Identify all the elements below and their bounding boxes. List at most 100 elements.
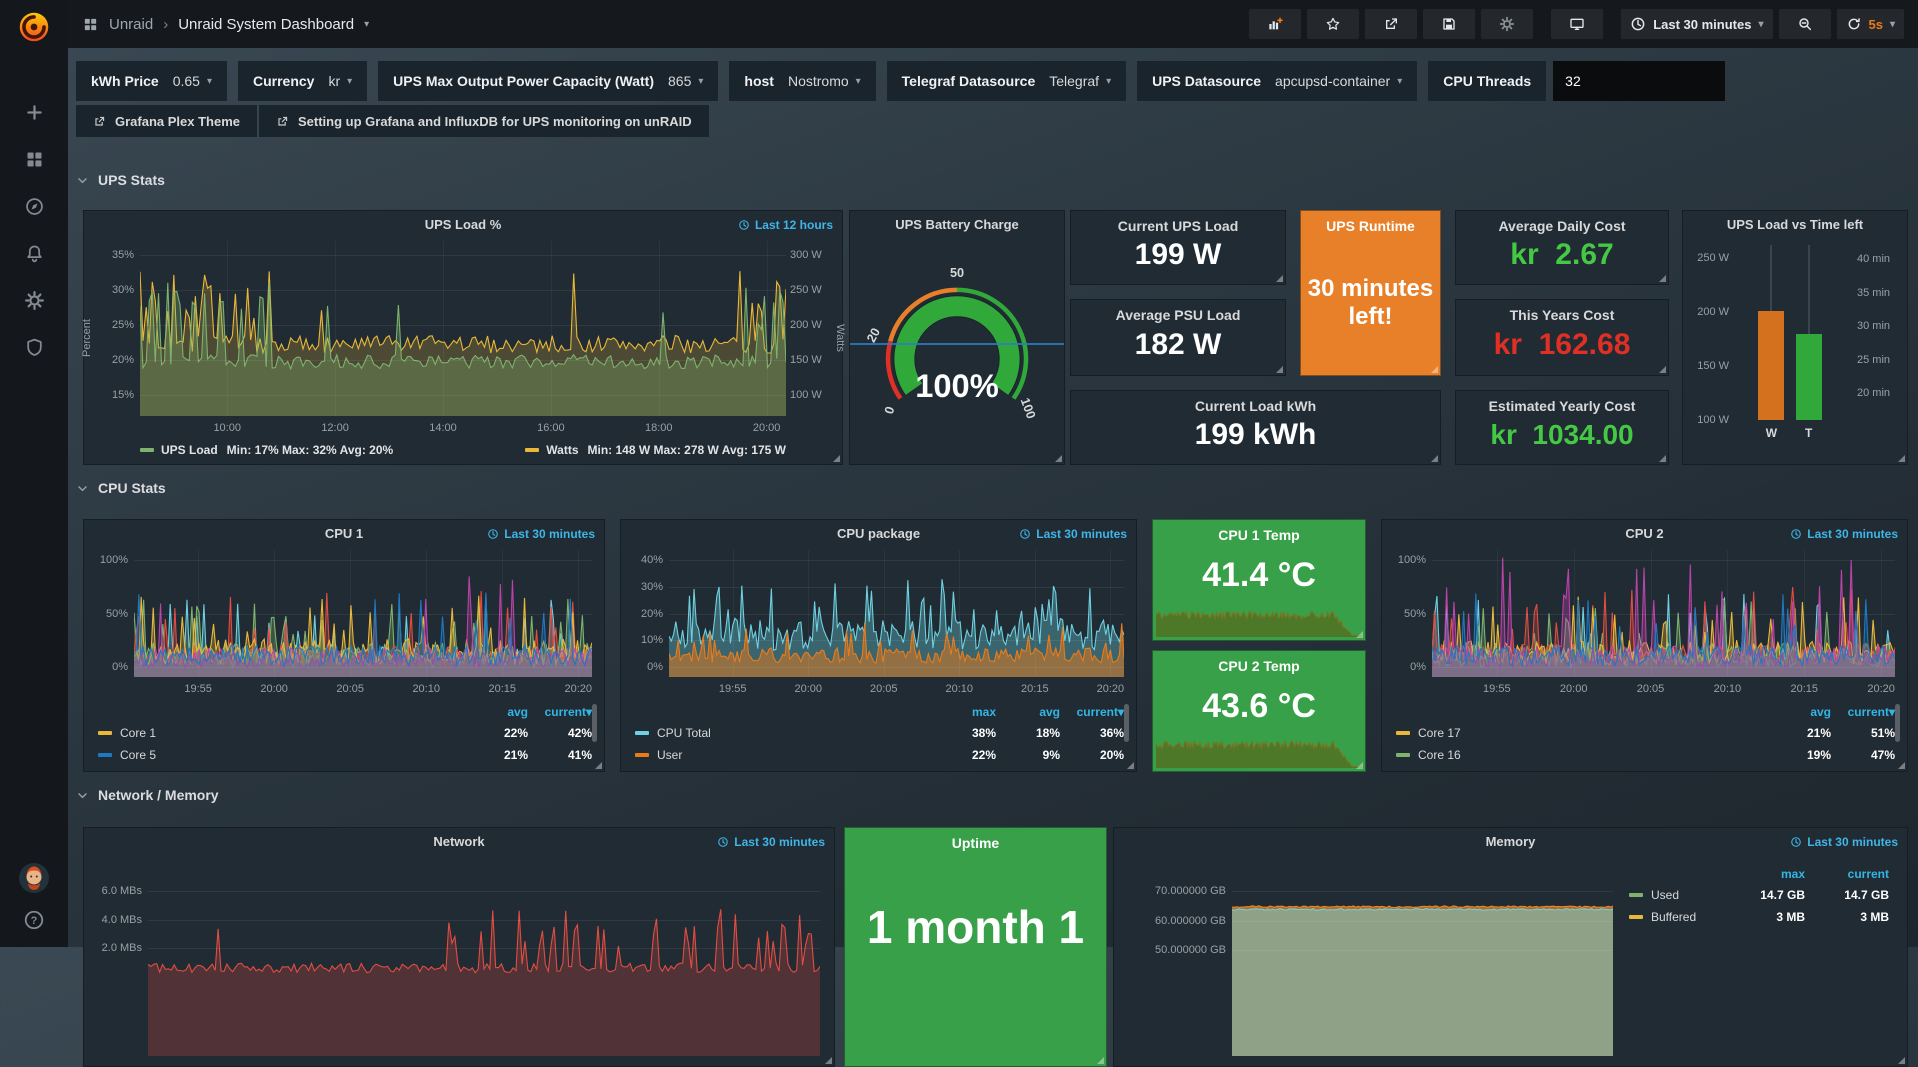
gridline bbox=[274, 550, 275, 677]
variable-value[interactable]: apcupsd-container▾ bbox=[1275, 73, 1402, 89]
grafana-logo-icon[interactable] bbox=[15, 8, 53, 46]
refresh-picker[interactable]: 5s ▾ bbox=[1837, 9, 1905, 39]
add-panel-button[interactable] bbox=[1249, 9, 1301, 39]
star-dashboard-button[interactable] bbox=[1307, 9, 1359, 39]
legend-row[interactable]: User 22% 9% 20% bbox=[635, 744, 1124, 766]
save-dashboard-button[interactable] bbox=[1423, 9, 1475, 39]
legend-sort-avg[interactable]: avg bbox=[996, 705, 1060, 719]
variable-telegraf-datasource[interactable]: Telegraf Datasource Telegraf▾ bbox=[887, 61, 1126, 101]
legend-scrollbar[interactable] bbox=[1124, 704, 1129, 742]
configuration-gear-icon[interactable] bbox=[24, 290, 45, 311]
legend-scrollbar[interactable] bbox=[592, 704, 597, 742]
legend-sort-current[interactable]: current bbox=[1060, 705, 1124, 719]
graph-plot-area[interactable] bbox=[1232, 860, 1613, 1056]
gridline bbox=[669, 587, 1124, 588]
panel-time-range[interactable]: Last 30 minutes bbox=[487, 527, 595, 541]
variable-ups-datasource[interactable]: UPS Datasource apcupsd-container▾ bbox=[1137, 61, 1417, 101]
panel-title[interactable]: UPS Load vs Time left bbox=[1683, 217, 1907, 232]
gridline bbox=[198, 550, 199, 677]
variable-value[interactable]: 0.65▾ bbox=[173, 73, 212, 89]
dashboards-icon[interactable] bbox=[24, 149, 45, 170]
caret-down-icon: ▾ bbox=[347, 76, 352, 87]
legend-row[interactable]: Buffered 3 MB 3 MB bbox=[1629, 906, 1889, 928]
y-axis: 100%50%0% bbox=[1390, 550, 1426, 677]
breadcrumb-caret-icon[interactable]: ▾ bbox=[364, 19, 369, 30]
legend-series-name[interactable]: UPS Load bbox=[161, 443, 218, 457]
variable-value[interactable]: kr▾ bbox=[328, 73, 352, 89]
time-range-picker[interactable]: Last 30 minutes ▾ bbox=[1621, 9, 1772, 39]
graph-legend: avg current Core 17 21% 51% Core 16 19% … bbox=[1396, 702, 1895, 766]
legend-row[interactable]: Core 17 21% 51% bbox=[1396, 722, 1895, 744]
breadcrumb-root[interactable]: Unraid bbox=[109, 16, 153, 33]
legend-row[interactable]: CPU Total 38% 18% 36% bbox=[635, 722, 1124, 744]
dashboard-settings-button[interactable] bbox=[1481, 9, 1533, 39]
panel-title[interactable]: Memory bbox=[1114, 834, 1907, 849]
link-grafana-plex-theme[interactable]: Grafana Plex Theme bbox=[76, 105, 257, 137]
section-cpu-stats[interactable]: CPU Stats bbox=[76, 480, 166, 496]
legend-row[interactable]: Core 16 19% 47% bbox=[1396, 744, 1895, 766]
server-admin-shield-icon[interactable] bbox=[24, 337, 45, 358]
legend-item[interactable]: UPS Load Min: 17% Max: 32% Avg: 20% bbox=[140, 443, 393, 457]
graph-plot-area[interactable] bbox=[134, 550, 592, 677]
section-network-memory[interactable]: Network / Memory bbox=[76, 787, 219, 803]
legend-row[interactable]: Core 5 21% 41% bbox=[98, 744, 592, 766]
bar-plot-area[interactable] bbox=[1733, 251, 1855, 420]
variable-currency[interactable]: Currency kr▾ bbox=[238, 61, 367, 101]
battery-gauge[interactable]: 0 20 50 100 100% bbox=[859, 245, 1055, 431]
gridline bbox=[659, 241, 660, 416]
variable-value[interactable]: Nostromo▾ bbox=[788, 73, 861, 89]
legend-sort-avg[interactable]: avg bbox=[1767, 705, 1831, 719]
explore-icon[interactable] bbox=[24, 196, 45, 217]
legend-sort-current[interactable]: current bbox=[528, 705, 592, 719]
gridline bbox=[1727, 550, 1728, 677]
graph-plot-area[interactable] bbox=[140, 241, 786, 416]
legend-item[interactable]: Watts Min: 148 W Max: 278 W Avg: 175 W bbox=[525, 443, 786, 457]
legend-row[interactable]: Core 1 22% 42% bbox=[98, 722, 592, 744]
alerting-bell-icon[interactable] bbox=[24, 243, 45, 264]
legend-sort-avg[interactable]: avg bbox=[464, 705, 528, 719]
variable-ups-max-output[interactable]: UPS Max Output Power Capacity (Watt) 865… bbox=[378, 61, 718, 101]
zoom-out-time-button[interactable] bbox=[1779, 9, 1831, 39]
legend-sort-max[interactable]: max bbox=[1721, 867, 1805, 881]
axis-tick: 12:00 bbox=[321, 422, 349, 434]
share-dashboard-button[interactable] bbox=[1365, 9, 1417, 39]
legend-scrollbar[interactable] bbox=[1895, 704, 1900, 742]
variable-host[interactable]: host Nostromo▾ bbox=[729, 61, 875, 101]
axis-tick: 250 W bbox=[1689, 252, 1729, 264]
svg-text:?: ? bbox=[31, 915, 38, 927]
panel-title[interactable]: UPS Battery Charge bbox=[850, 217, 1064, 232]
variable-kwh-price[interactable]: kWh Price 0.65▾ bbox=[76, 61, 227, 101]
panel-time-range[interactable]: Last 30 minutes bbox=[1790, 835, 1898, 849]
legend-sort-max[interactable]: max bbox=[932, 705, 996, 719]
panel-time-range[interactable]: Last 30 minutes bbox=[1019, 527, 1127, 541]
axis-tick: 19:55 bbox=[1483, 683, 1511, 695]
legend-sort-current[interactable]: current bbox=[1831, 705, 1895, 719]
section-ups-stats[interactable]: UPS Stats bbox=[76, 172, 165, 188]
graph-plot-area[interactable] bbox=[148, 860, 820, 1056]
panel-time-range[interactable]: Last 30 minutes bbox=[1790, 527, 1898, 541]
panel-time-range[interactable]: Last 30 minutes bbox=[717, 835, 825, 849]
sparkline bbox=[1156, 595, 1362, 637]
legend-sort-current[interactable]: current bbox=[1805, 867, 1889, 881]
clock-icon bbox=[738, 219, 750, 231]
dashboard-picker-icon[interactable] bbox=[82, 16, 99, 33]
help-icon[interactable]: ? bbox=[23, 909, 45, 931]
add-icon[interactable] bbox=[24, 102, 45, 123]
variable-label: CPU Threads bbox=[1443, 73, 1531, 89]
refresh-interval-label: 5s bbox=[1869, 17, 1883, 32]
graph-plot-area[interactable] bbox=[669, 550, 1124, 677]
panel-title[interactable]: UPS Load % bbox=[84, 217, 842, 232]
stat-title[interactable]: Uptime bbox=[845, 835, 1106, 851]
cpu-threads-input[interactable] bbox=[1553, 61, 1725, 101]
link-ups-monitoring-guide[interactable]: Setting up Grafana and InfluxDB for UPS … bbox=[259, 105, 709, 137]
user-avatar[interactable] bbox=[18, 862, 50, 894]
variable-value[interactable]: 865▾ bbox=[668, 73, 703, 89]
panel-time-range[interactable]: Last 12 hours bbox=[738, 218, 833, 232]
cycle-view-mode-button[interactable] bbox=[1551, 9, 1603, 39]
variable-value[interactable]: Telegraf▾ bbox=[1049, 73, 1111, 89]
axis-tick: 40 min bbox=[1857, 253, 1903, 265]
breadcrumb-page-title[interactable]: Unraid System Dashboard bbox=[178, 16, 354, 33]
graph-plot-area[interactable] bbox=[1432, 550, 1895, 677]
legend-series-name[interactable]: Watts bbox=[546, 443, 578, 457]
legend-row[interactable]: Used 14.7 GB 14.7 GB bbox=[1629, 884, 1889, 906]
